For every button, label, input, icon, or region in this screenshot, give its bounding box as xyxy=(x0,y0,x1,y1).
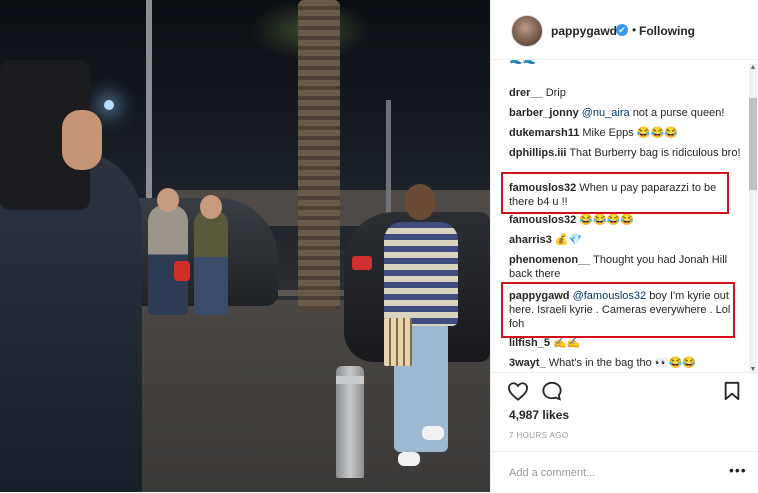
light-pole xyxy=(146,0,152,200)
avatar[interactable] xyxy=(511,15,543,47)
post-time: 7 HOURS AGO xyxy=(509,431,569,440)
burberry-bag xyxy=(384,318,412,366)
separator-dot: • xyxy=(632,23,637,37)
list-item: drer__ Drip xyxy=(509,86,741,100)
list-item: phenomenon__ Thought you had Jonah Hill … xyxy=(509,253,741,281)
palm-tree xyxy=(298,0,340,310)
post-actions: 4,987 likes 7 HOURS AGO ••• xyxy=(491,372,758,492)
comment-text: not a purse queen! xyxy=(632,107,725,119)
shoe-right xyxy=(422,426,444,440)
comment-user[interactable]: 3wayt_ xyxy=(509,357,546,369)
comment-text: Mike Epps 😂😂😂 xyxy=(582,127,678,139)
comment-user[interactable]: aharris3 xyxy=(509,234,552,246)
comment-text: Drip xyxy=(545,87,566,99)
list-item: famouslos32 😂😂😂😂 xyxy=(509,213,741,227)
comment-user[interactable]: dukemarsh11 xyxy=(509,127,579,139)
comment-text: ✍️✍️ xyxy=(553,337,581,349)
list-item: aharris3 💰💎 xyxy=(509,233,741,247)
walker-head xyxy=(405,184,435,220)
comment-mention[interactable]: @nu_aira xyxy=(582,107,630,119)
comments-list[interactable]: 🌊🌊 drer__ Drip barber_jonny @nu_aira not… xyxy=(491,60,758,372)
walker-striped-sweater xyxy=(384,222,458,326)
sign-pole xyxy=(386,100,391,220)
comment-text: That Burberry bag is ridiculous bro! xyxy=(569,147,741,159)
cameraman-hand xyxy=(62,110,102,170)
verified-badge-icon: ✔ xyxy=(616,24,628,36)
bookmark-icon[interactable] xyxy=(723,381,741,406)
comment-text: 💰💎 xyxy=(554,234,583,246)
comment-user[interactable]: famouslos32 xyxy=(509,214,576,226)
comment-text: 🌊🌊 xyxy=(509,60,536,65)
bystander-2 xyxy=(194,210,228,315)
shoe-left xyxy=(398,452,420,466)
list-item: dphillips.iii That Burberry bag is ridic… xyxy=(509,146,741,160)
more-options-icon[interactable]: ••• xyxy=(729,462,747,478)
list-item: dukemarsh11 Mike Epps 😂😂😂 xyxy=(509,126,741,140)
heart-icon[interactable] xyxy=(507,381,529,406)
add-comment-bar: ••• xyxy=(491,451,758,493)
list-item: 🌊🌊 xyxy=(509,60,741,66)
list-item: lilfish_5 ✍️✍️ xyxy=(509,336,741,350)
comment-text: 😂😂😂😂 xyxy=(579,214,635,226)
post-username[interactable]: pappygawd xyxy=(551,24,617,38)
post-photo[interactable] xyxy=(0,0,490,492)
comment-user[interactable]: phenomenon__ xyxy=(509,254,590,266)
street-light xyxy=(104,100,114,110)
scrollbar-thumb[interactable] xyxy=(749,98,757,190)
comment-text: What's in the bag tho 👀😂😂 xyxy=(548,357,696,369)
post-header: pappygawd ✔ • Following xyxy=(491,0,758,60)
likes-count[interactable]: 4,987 likes xyxy=(509,408,569,422)
comment-icon[interactable] xyxy=(541,381,563,406)
bystander-1 xyxy=(148,205,190,315)
post-side-panel: pappygawd ✔ • Following 🌊🌊 drer__ Drip b… xyxy=(490,0,758,492)
comment-user[interactable]: barber_jonny xyxy=(509,107,579,119)
comment-user[interactable]: dphillips.iii xyxy=(509,147,566,159)
bystander-2-head xyxy=(200,195,222,219)
comment-user[interactable]: drer__ xyxy=(509,87,543,99)
highlight-box xyxy=(501,172,729,214)
comment-user[interactable]: lilfish_5 xyxy=(509,337,550,349)
list-item: 3wayt_ What's in the bag tho 👀😂😂 xyxy=(509,356,741,370)
highlight-box xyxy=(501,282,735,338)
list-item: barber_jonny @nu_aira not a purse queen! xyxy=(509,106,741,120)
scroll-up-icon[interactable]: ▲ xyxy=(749,64,757,72)
add-comment-input[interactable] xyxy=(507,462,721,484)
following-button[interactable]: Following xyxy=(639,24,695,38)
bystander-1-head xyxy=(157,188,179,212)
bollard xyxy=(336,366,364,478)
